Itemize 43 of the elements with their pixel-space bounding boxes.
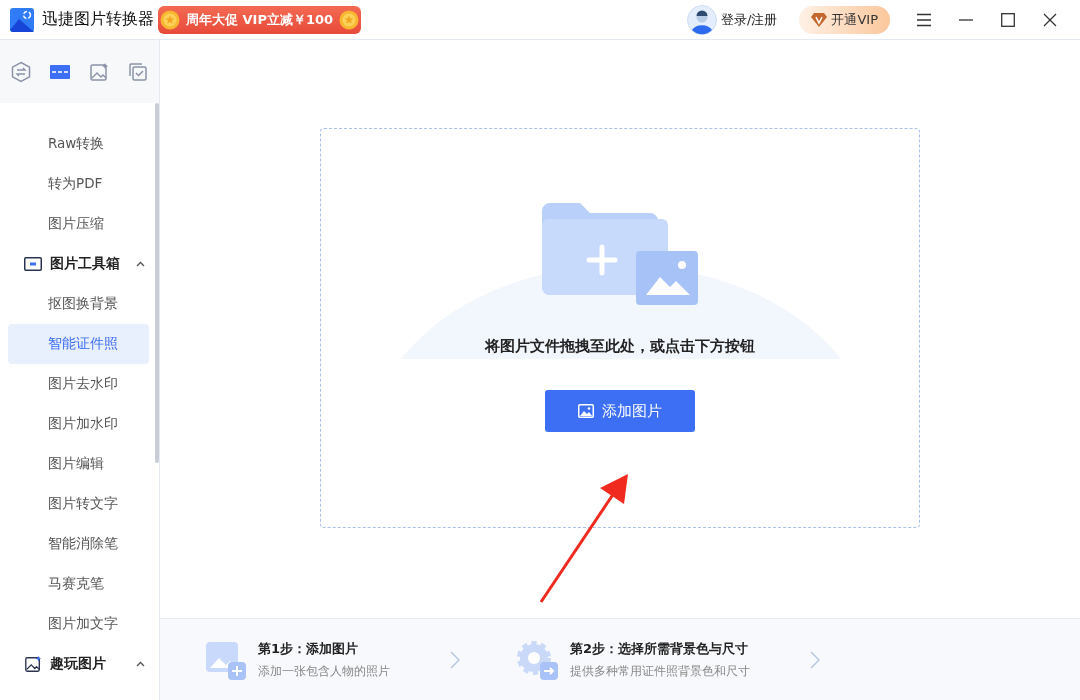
minimize-icon [959,18,973,21]
step-title: 第2步：选择所需背景色与尺寸 [570,639,750,658]
gear-icon [516,639,558,680]
login-button[interactable]: 登录/注册 [687,4,778,35]
sidebar-item[interactable]: 图片转文字 [8,484,149,524]
chevron-right-icon [450,650,460,669]
group-label: 图片工具箱 [50,255,121,273]
step-description: 添加一张包含人物的照片 [258,662,390,680]
step-description: 提供多种常用证件照背景色和尺寸 [570,662,750,680]
coin-icon [339,9,360,30]
sidebar-item[interactable]: 智能消除笔 [8,524,149,564]
diamond-icon [811,12,828,27]
chevron-right-icon [810,650,820,669]
app-title: 迅捷图片转换器 [42,9,154,30]
sidebar-item[interactable]: Raw转换 [8,124,149,164]
add-image-button[interactable]: 添加图片 [545,390,695,432]
folder-image-icon [542,203,698,305]
sidebar-item[interactable]: 图片压缩 [8,204,149,244]
drop-hint: 将图片文件拖拽至此处，或点击下方按钮 [485,337,755,356]
step-title: 第1步：添加图片 [258,639,360,658]
drop-zone[interactable]: 将图片文件拖拽至此处，或点击下方按钮 添加图片 [320,128,920,528]
close-icon [1043,12,1057,27]
sidebar-item[interactable]: 马赛克笔 [8,564,149,604]
group-label: 趣玩图片 [50,655,107,673]
sidebar-item[interactable]: 图片去水印 [8,364,149,404]
vip-button[interactable]: 开通VIP [799,5,890,34]
toolbox-icon [24,257,42,271]
sidebar-item[interactable]: 图片加水印 [8,404,149,444]
coin-icon [160,9,180,30]
avatar-icon [687,4,718,35]
image-sparkle-icon [24,655,42,673]
sidebar-item[interactable]: 图片加文字 [8,604,149,644]
sidebar-item[interactable]: 智能证件照 [8,324,149,364]
image-icon [578,404,594,418]
image-plus-icon [206,639,246,680]
chevron-up-icon[interactable] [136,661,145,667]
menu-icon [916,12,932,27]
sidebar-item[interactable]: 抠图换背景 [8,284,149,324]
app-logo-icon [10,7,34,32]
sidebar-item[interactable]: 图片编辑 [8,444,149,484]
chevron-up-icon[interactable] [136,261,145,267]
sidebar-item[interactable]: 转为PDF [8,164,149,204]
maximize-icon [1001,12,1015,27]
